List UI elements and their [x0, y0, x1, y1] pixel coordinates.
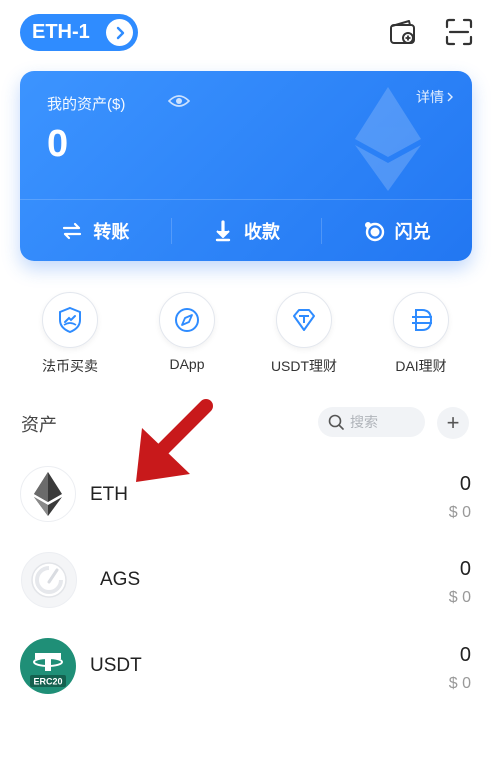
swap-icon	[364, 221, 384, 241]
ethereum-icon	[20, 466, 76, 522]
token-fiat-value: $ 0	[448, 504, 471, 521]
token-row-ags[interactable]: AGS 0 $ 0	[0, 552, 491, 638]
red-arrow-icon	[136, 399, 213, 482]
detail-link[interactable]: 详情	[416, 87, 454, 107]
scan-icon[interactable]	[444, 17, 474, 47]
asset-card-label: 我的资产($)	[47, 96, 126, 113]
token-row-eth[interactable]: ETH 0 $ 0	[0, 466, 491, 552]
asset-card[interactable]: 我的资产($) 详情 0 转账 收款 闪兑	[20, 71, 472, 261]
network-selector[interactable]: ETH-1	[20, 14, 138, 51]
fiat-trade-icon	[42, 292, 98, 348]
top-bar: ETH-1	[0, 0, 491, 64]
token-symbol: AGS	[100, 569, 141, 590]
feature-dai-finance[interactable]: DAI理财	[366, 292, 476, 376]
token-symbol: USDT	[90, 655, 142, 676]
feature-label: DAI理财	[395, 358, 447, 374]
dai-finance-icon	[393, 292, 449, 348]
compass-icon	[159, 292, 215, 348]
add-token-button[interactable]: +	[437, 407, 469, 439]
token-fiat-value: $ 0	[448, 675, 471, 692]
receive-icon	[215, 219, 231, 241]
card-actions: 转账 收款 闪兑	[20, 200, 472, 261]
receive-label: 收款	[244, 221, 280, 242]
eye-icon[interactable]	[167, 93, 191, 109]
token-amount: 0	[459, 558, 471, 580]
total-asset-value: 0	[47, 123, 69, 165]
chevron-right-icon	[106, 19, 133, 46]
asset-search[interactable]	[318, 407, 425, 437]
feature-row: 法币买卖 DApp USDT理财 DAI理财	[0, 292, 491, 382]
token-badge: ERC20	[33, 677, 62, 687]
receive-button[interactable]: 收款	[170, 200, 322, 261]
network-label: ETH-1	[32, 21, 90, 43]
ethereum-watermark-icon	[355, 87, 421, 191]
usdt-finance-icon	[276, 292, 332, 348]
assets-title: 资产	[21, 415, 57, 435]
feature-fiat-trade[interactable]: 法币买卖	[15, 292, 125, 376]
transfer-button[interactable]: 转账	[20, 200, 171, 261]
token-amount: 0	[459, 644, 471, 666]
feature-label: 法币买卖	[42, 358, 98, 374]
feature-label: DApp	[169, 356, 205, 372]
token-amount: 0	[459, 473, 471, 495]
token-symbol: ETH	[90, 484, 128, 505]
feature-label: USDT理财	[270, 358, 338, 374]
tether-icon: ERC20	[20, 638, 76, 694]
feature-usdt-finance[interactable]: USDT理财	[249, 292, 359, 376]
transfer-icon	[63, 222, 82, 239]
token-row-usdt[interactable]: ERC20 USDT 0 $ 0	[0, 638, 491, 724]
feature-dapp[interactable]: DApp	[132, 292, 242, 372]
search-input[interactable]	[350, 414, 416, 430]
transfer-label: 转账	[93, 221, 130, 242]
add-wallet-icon[interactable]	[388, 17, 418, 47]
ags-token-icon	[21, 552, 77, 608]
search-icon	[328, 414, 344, 430]
swap-button[interactable]: 闪兑	[321, 200, 472, 261]
token-fiat-value: $ 0	[448, 589, 471, 606]
chevron-right-icon	[447, 92, 453, 102]
swap-label: 闪兑	[394, 221, 431, 242]
